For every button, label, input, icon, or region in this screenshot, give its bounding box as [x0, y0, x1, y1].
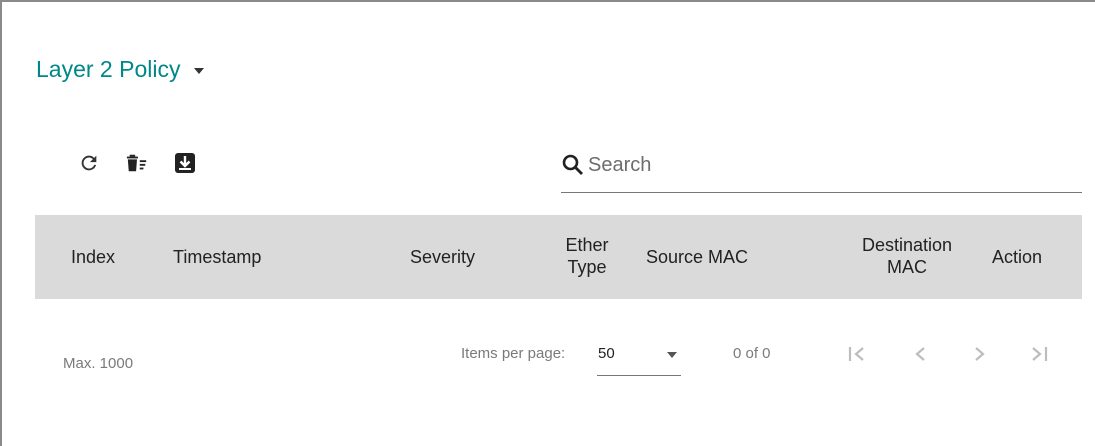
search-box [561, 151, 1082, 193]
page-range-label: 0 of 0 [733, 345, 771, 362]
delete-sweep-icon[interactable] [126, 152, 148, 174]
first-page-button[interactable] [844, 340, 870, 368]
previous-page-button[interactable] [908, 340, 934, 368]
column-destination-mac-line2: MAC [887, 257, 927, 277]
last-page-icon [1032, 347, 1048, 361]
page-title: Layer 2 Policy [36, 56, 181, 82]
next-page-button[interactable] [966, 340, 992, 368]
column-ether-type-line2: Type [567, 257, 607, 277]
search-icon [561, 153, 585, 177]
refresh-icon[interactable] [78, 152, 100, 174]
column-action[interactable]: Action [992, 246, 1042, 268]
column-source-mac[interactable]: Source MAC [646, 246, 748, 268]
column-destination-mac[interactable]: Destination MAC [847, 234, 967, 278]
items-per-page-value: 50 [598, 345, 615, 362]
table-header: Index Timestamp Severity Ether Type Sour… [35, 215, 1082, 299]
max-entries-label: Max. 1000 [63, 355, 134, 372]
column-timestamp[interactable]: Timestamp [173, 246, 261, 268]
search-input[interactable] [588, 151, 1068, 177]
toolbar [78, 152, 196, 174]
title-dropdown[interactable]: Layer 2 Policy [36, 56, 205, 83]
caret-down-icon [667, 352, 677, 358]
chevron-right-icon [975, 347, 985, 361]
column-destination-mac-line1: Destination [861, 235, 953, 255]
caret-down-icon [194, 68, 205, 74]
last-page-button[interactable] [1026, 340, 1052, 368]
items-per-page-select[interactable]: 50 [597, 336, 681, 376]
chevron-left-icon [915, 347, 925, 361]
column-ether-type-line1: Ether [565, 235, 609, 255]
items-per-page-label: Items per page: [461, 345, 566, 362]
column-index[interactable]: Index [71, 246, 115, 268]
column-ether-type[interactable]: Ether Type [559, 234, 615, 278]
first-page-icon [848, 347, 864, 361]
column-severity[interactable]: Severity [410, 246, 475, 268]
export-icon[interactable] [174, 152, 196, 174]
